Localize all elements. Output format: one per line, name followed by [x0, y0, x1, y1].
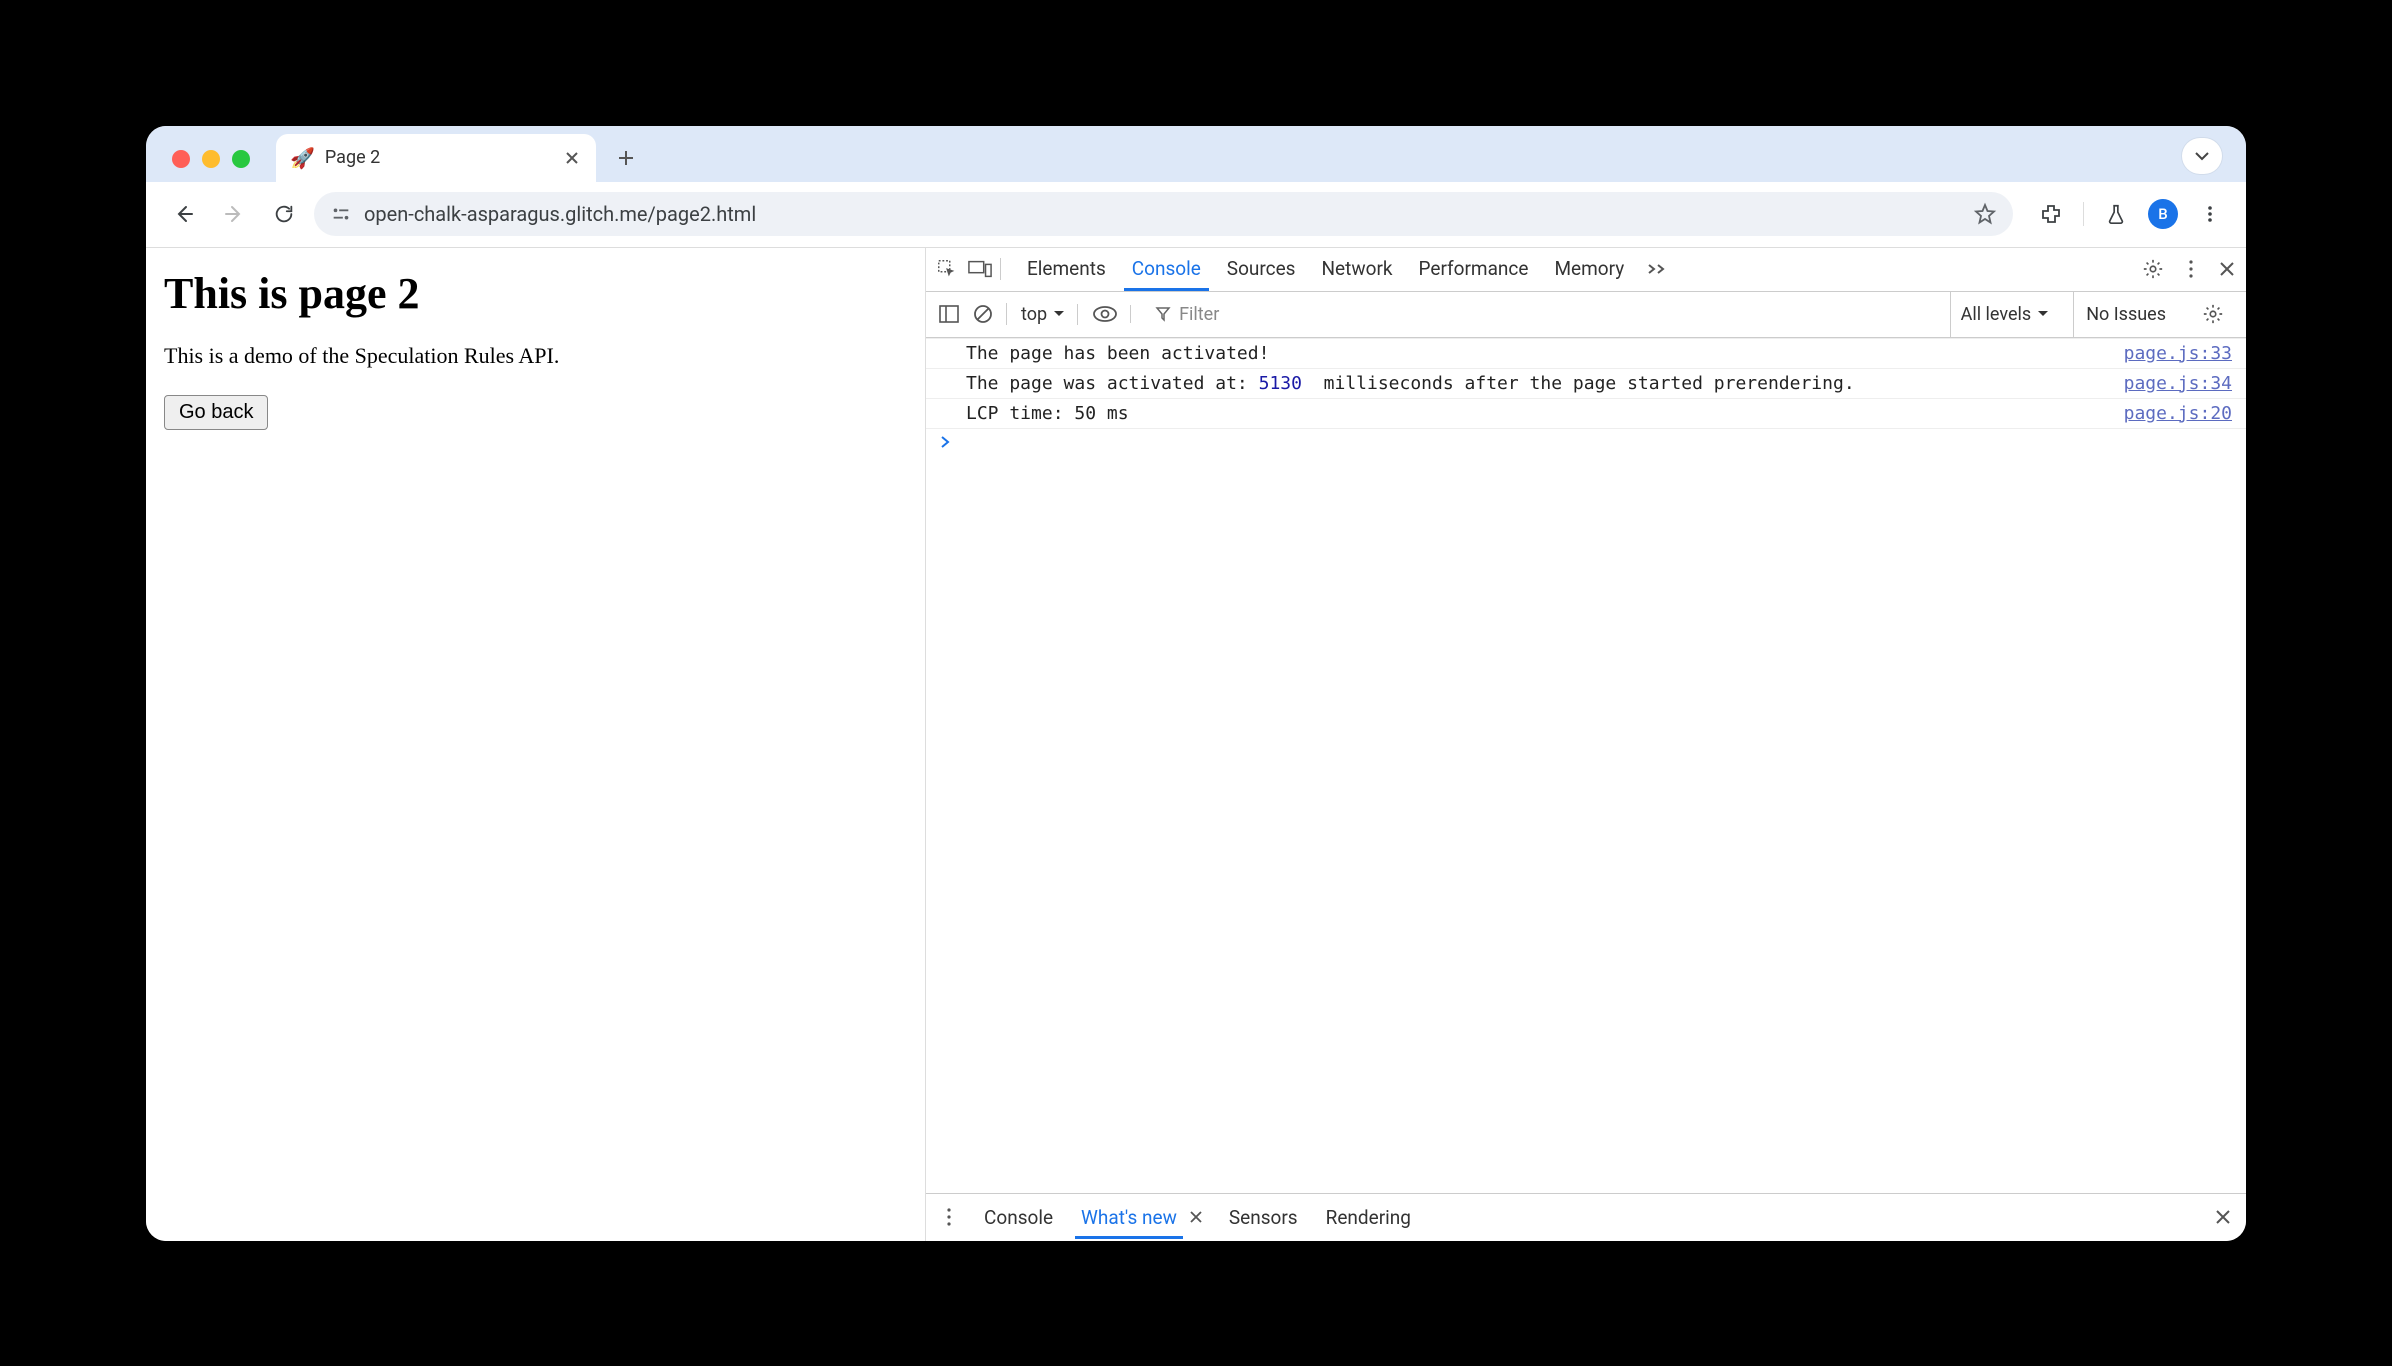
bookmark-star-icon[interactable] [1973, 202, 1997, 226]
browser-window: 🚀 Page 2 open-chalk- [146, 126, 2246, 1241]
maximize-window-button[interactable] [232, 150, 250, 168]
issues-button[interactable]: No Issues [2073, 292, 2178, 337]
page-heading: This is page 2 [164, 268, 907, 319]
levels-label: All levels [1961, 304, 2032, 325]
filter-placeholder: Filter [1179, 304, 1219, 325]
inspect-element-icon[interactable] [936, 258, 958, 280]
drawer-tab-console[interactable]: Console [982, 1196, 1055, 1239]
log-levels-selector[interactable]: All levels [1950, 292, 2060, 337]
page-paragraph: This is a demo of the Speculation Rules … [164, 343, 907, 369]
console-messages: The page has been activated! page.js:33 … [926, 338, 2246, 1193]
drawer-tab-rendering[interactable]: Rendering [1324, 1196, 1413, 1239]
drawer-tab-whatsnew[interactable]: What's new [1079, 1196, 1179, 1239]
browser-tab[interactable]: 🚀 Page 2 [276, 134, 596, 182]
clear-console-icon[interactable] [972, 303, 994, 325]
address-bar[interactable]: open-chalk-asparagus.glitch.me/page2.htm… [314, 192, 2013, 236]
forward-button[interactable] [214, 194, 254, 234]
tab-title: Page 2 [325, 147, 552, 168]
message-text: LCP time: 50 ms [966, 403, 2108, 424]
message-source-link[interactable]: page.js:33 [2124, 343, 2232, 364]
tab-console[interactable]: Console [1128, 249, 1205, 290]
tab-memory[interactable]: Memory [1550, 249, 1628, 290]
new-tab-button[interactable] [606, 138, 646, 178]
tab-close-button[interactable] [562, 148, 582, 168]
live-expression-icon[interactable] [1092, 305, 1118, 323]
tab-sources[interactable]: Sources [1223, 249, 1300, 290]
filter-icon [1155, 306, 1171, 322]
console-message: The page has been activated! page.js:33 [926, 338, 2246, 369]
tabs-dropdown-button[interactable] [2182, 138, 2222, 174]
message-source-link[interactable]: page.js:20 [2124, 403, 2232, 424]
console-settings-icon[interactable] [2192, 303, 2234, 325]
toolbar-divider [2083, 202, 2084, 226]
device-toolbar-icon[interactable] [968, 259, 992, 279]
console-message: LCP time: 50 ms page.js:20 [926, 399, 2246, 429]
url-text: open-chalk-asparagus.glitch.me/page2.htm… [364, 202, 1961, 226]
more-tabs-icon[interactable] [1646, 262, 1668, 276]
extensions-icon[interactable] [2033, 196, 2069, 232]
site-settings-icon[interactable] [330, 203, 352, 225]
devtools-panel: Elements Console Sources Network Perform… [926, 248, 2246, 1241]
content-area: This is page 2 This is a demo of the Spe… [146, 248, 2246, 1241]
message-source-link[interactable]: page.js:34 [2124, 373, 2232, 394]
devtools-menu-icon[interactable] [2182, 259, 2200, 279]
tab-elements[interactable]: Elements [1023, 249, 1110, 290]
tab-strip: 🚀 Page 2 [146, 126, 2246, 182]
devtools-settings-icon[interactable] [2142, 258, 2164, 280]
console-message: The page was activated at: 5130 millisec… [926, 369, 2246, 399]
issues-label: No Issues [2086, 304, 2166, 325]
console-toolbar: top Filter All levels [926, 292, 2246, 338]
browser-toolbar: open-chalk-asparagus.glitch.me/page2.htm… [146, 182, 2246, 248]
devtools-tab-bar: Elements Console Sources Network Perform… [926, 248, 2246, 292]
drawer-menu-icon[interactable] [940, 1207, 958, 1227]
back-button[interactable] [164, 194, 204, 234]
drawer-close-icon[interactable] [2214, 1208, 2232, 1226]
toggle-sidebar-icon[interactable] [938, 304, 960, 324]
context-label: top [1021, 304, 1047, 325]
labs-icon[interactable] [2098, 196, 2134, 232]
drawer-tab-close-icon[interactable] [1189, 1210, 1203, 1224]
browser-menu-icon[interactable] [2192, 196, 2228, 232]
tab-network[interactable]: Network [1317, 249, 1396, 290]
context-selector[interactable]: top [1021, 304, 1065, 325]
message-text: The page was activated at: 5130 millisec… [966, 373, 2108, 394]
console-filter-input[interactable]: Filter [1145, 297, 1936, 331]
toolbar-right: B [2023, 196, 2228, 232]
drawer-tab-sensors[interactable]: Sensors [1227, 1196, 1300, 1239]
go-back-button[interactable]: Go back [164, 395, 268, 430]
devtools-close-icon[interactable] [2218, 260, 2236, 278]
profile-avatar[interactable]: B [2148, 199, 2178, 229]
close-window-button[interactable] [172, 150, 190, 168]
console-prompt[interactable] [926, 429, 2246, 455]
window-controls [160, 150, 262, 182]
reload-button[interactable] [264, 194, 304, 234]
tab-performance[interactable]: Performance [1415, 249, 1533, 290]
tab-favicon: 🚀 [290, 146, 315, 170]
page-viewport: This is page 2 This is a demo of the Spe… [146, 248, 926, 1241]
message-text: The page has been activated! [966, 343, 2108, 364]
devtools-drawer: Console What's new Sensors Rendering [926, 1193, 2246, 1241]
minimize-window-button[interactable] [202, 150, 220, 168]
